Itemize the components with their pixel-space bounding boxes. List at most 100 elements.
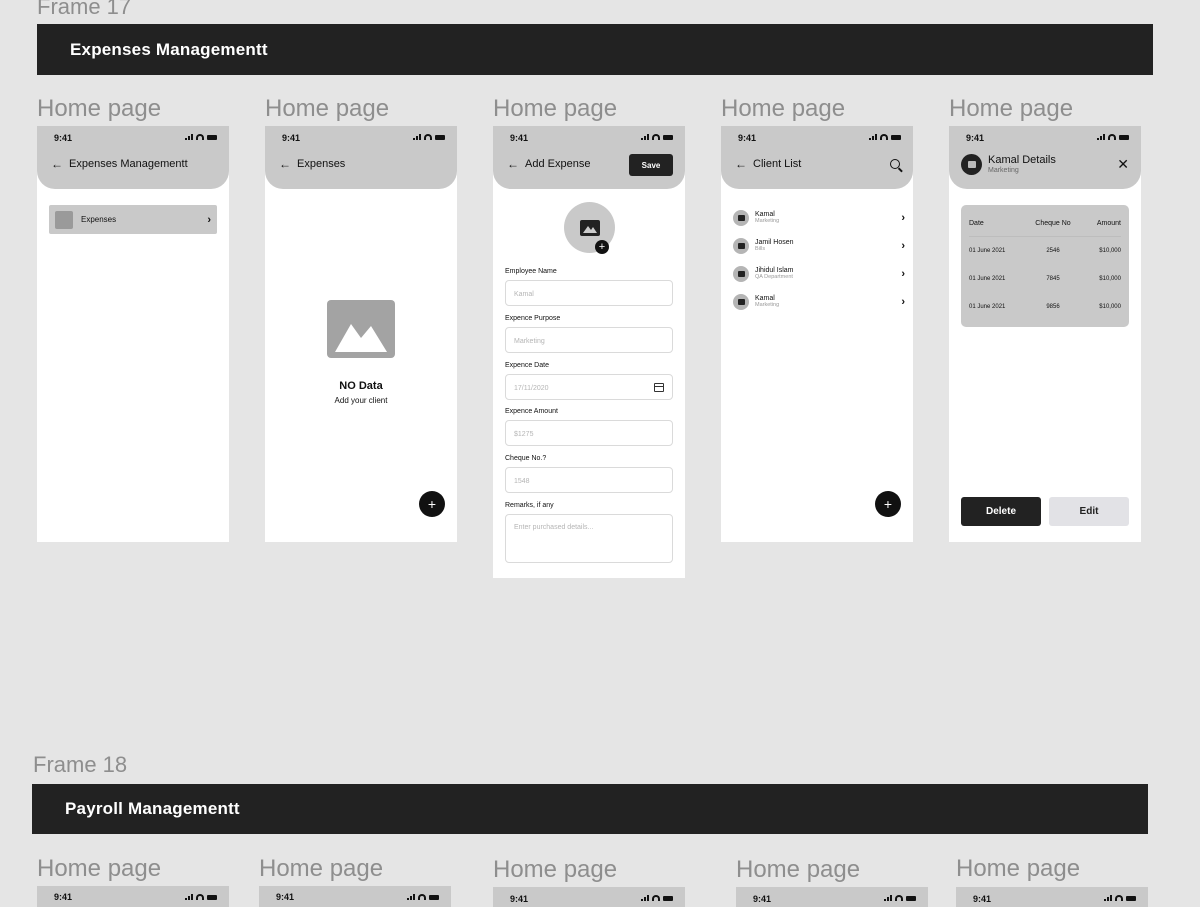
screen-add-expense: 9:41 ← Add Expense Save + Employee Name …	[493, 126, 685, 578]
remarks-textarea[interactable]: Enter purchased details...	[505, 514, 673, 563]
app-header: 9:41	[736, 887, 928, 907]
client-department: Marketing	[755, 302, 780, 309]
back-arrow-icon[interactable]: ←	[279, 158, 291, 170]
app-header: 9:41	[956, 887, 1148, 907]
nav-bar: ← Expenses	[279, 158, 345, 170]
search-icon[interactable]	[890, 159, 900, 169]
cheque-no-field[interactable]: 1548	[505, 467, 673, 493]
detail-header: Kamal Details Marketing	[961, 154, 1056, 175]
nav-bar: ← Client List	[735, 158, 801, 170]
status-icons	[1097, 134, 1129, 140]
page-label: Home page	[949, 95, 1074, 122]
client-department: Bills	[755, 246, 766, 253]
screen-title: Client List	[753, 158, 802, 170]
avatar	[733, 210, 749, 226]
chevron-right-icon: ›	[901, 268, 905, 280]
nav-bar: ← Expenses Managementt	[51, 158, 188, 170]
cell-cheque: 7845	[1046, 276, 1060, 282]
status-time: 9:41	[973, 894, 992, 904]
add-button[interactable]: +	[419, 491, 445, 517]
screen-title: Add Expense	[525, 158, 591, 170]
status-icons	[407, 894, 439, 900]
table-header: Date Cheque No Amount	[961, 217, 1129, 229]
calendar-icon[interactable]	[654, 383, 664, 392]
status-icons	[641, 134, 673, 140]
client-name: Kamal	[755, 211, 775, 219]
expense-date-label: Expence Date	[505, 362, 549, 369]
chevron-right-icon: ›	[901, 296, 905, 308]
table-row[interactable]: 01 June 2021 7845 $10,000	[961, 273, 1129, 285]
add-client-button[interactable]: +	[875, 491, 901, 517]
delete-button[interactable]: Delete	[961, 497, 1041, 526]
column-header: Amount	[1096, 219, 1121, 227]
status-time: 9:41	[753, 894, 772, 904]
client-row[interactable]: Kamal Marketing ›	[733, 291, 905, 313]
cell-amount: $10,000	[1099, 276, 1121, 282]
app-header: 9:41 ← Client List	[721, 126, 913, 189]
app-header: 9:41	[493, 887, 685, 907]
expense-amount-field[interactable]: $1275	[505, 420, 673, 446]
status-icons	[185, 134, 217, 140]
client-department: Marketing	[755, 218, 780, 225]
image-icon	[579, 219, 600, 236]
status-icons	[413, 134, 445, 140]
screen-client-details: 9:41 Kamal Details Marketing ✕ Date Cheq…	[949, 126, 1141, 542]
client-row[interactable]: Jamil Hosen Bills ›	[733, 235, 905, 257]
add-photo-icon[interactable]: +	[595, 240, 609, 254]
page-label: Home page	[736, 856, 861, 883]
client-name: Jihidul Islam	[755, 267, 794, 275]
back-arrow-icon[interactable]: ←	[507, 158, 519, 170]
expenses-banner: Expenses Managementt	[37, 24, 1153, 75]
status-time: 9:41	[510, 133, 529, 143]
avatar	[733, 266, 749, 282]
status-time: 9:41	[276, 892, 295, 902]
back-arrow-icon[interactable]: ←	[735, 158, 747, 170]
column-header: Date	[969, 219, 984, 227]
back-arrow-icon[interactable]: ←	[51, 158, 63, 170]
remarks-label: Remarks, if any	[505, 502, 554, 509]
payroll-screen: 9:41	[37, 886, 229, 907]
column-header: Cheque No	[1035, 219, 1071, 227]
screen-expenses-home: 9:41 ← Expenses Managementt Expenses ›	[37, 126, 229, 542]
avatar	[961, 154, 982, 175]
status-icons	[869, 134, 901, 140]
payroll-screen: 9:41	[259, 886, 451, 907]
edit-button[interactable]: Edit	[1049, 497, 1129, 526]
close-icon[interactable]: ✕	[1117, 157, 1129, 171]
cell-date: 01 June 2021	[969, 276, 1006, 282]
expense-purpose-field[interactable]: Marketing	[505, 327, 673, 353]
status-time: 9:41	[738, 133, 757, 143]
save-button[interactable]: Save	[629, 154, 673, 176]
divider	[969, 236, 1121, 237]
client-name: Jamil Hosen	[755, 239, 794, 247]
screen-client-list: 9:41 ← Client List Kamal Marketing › Jami…	[721, 126, 913, 542]
payroll-screen: 9:41	[736, 887, 928, 907]
status-icons	[884, 895, 916, 901]
app-header: 9:41	[259, 886, 451, 907]
page-label: Home page	[37, 855, 162, 882]
avatar	[733, 294, 749, 310]
page-label: Home page	[37, 95, 162, 122]
table-row[interactable]: 01 June 2021 2546 $10,000	[961, 245, 1129, 257]
client-department: QA Department	[755, 274, 793, 281]
app-header: 9:41 ← Expenses	[265, 126, 457, 189]
client-row[interactable]: Jihidul Islam QA Department ›	[733, 263, 905, 285]
client-row[interactable]: Kamal Marketing ›	[733, 207, 905, 229]
status-time: 9:41	[282, 133, 301, 143]
employee-name-field[interactable]: Kamal	[505, 280, 673, 306]
table-row[interactable]: 01 June 2021 9856 $10,000	[961, 301, 1129, 313]
page-label: Home page	[721, 95, 846, 122]
payroll-banner: Payroll Managementt	[32, 784, 1148, 834]
cell-amount: $10,000	[1099, 304, 1121, 310]
menu-item-expenses[interactable]: Expenses ›	[49, 205, 217, 234]
screen-expenses-empty: 9:41 ← Expenses NO Data Add your client …	[265, 126, 457, 542]
cell-date: 01 June 2021	[969, 248, 1006, 254]
frame-18-title: Frame 18	[33, 752, 128, 777]
image-placeholder-icon	[55, 210, 73, 229]
employee-name-label: Employee Name	[505, 268, 557, 275]
status-time: 9:41	[54, 892, 73, 902]
expense-date-field[interactable]: 17/11/2020	[505, 374, 673, 400]
status-icons	[185, 894, 217, 900]
app-header: 9:41	[37, 886, 229, 907]
image-placeholder-icon	[327, 300, 395, 358]
